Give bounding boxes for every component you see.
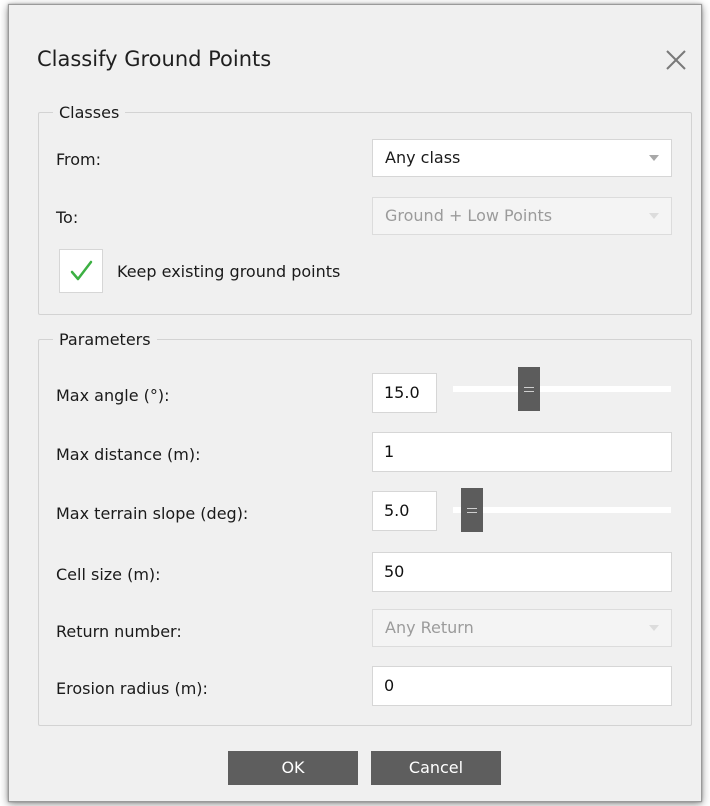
- to-class-value: Ground + Low Points: [385, 206, 553, 225]
- title-bar: Classify Ground Points: [9, 5, 701, 95]
- cancel-button[interactable]: Cancel: [371, 751, 501, 785]
- max-angle-slider-track[interactable]: [453, 386, 671, 392]
- max-terrain-slope-slider-track[interactable]: [453, 507, 671, 513]
- chevron-down-icon: [649, 213, 659, 219]
- from-class-select[interactable]: Any class: [372, 139, 672, 177]
- cell-size-label: Cell size (m):: [56, 565, 161, 584]
- close-icon[interactable]: [659, 43, 693, 77]
- cell-size-input[interactable]: 50: [372, 552, 672, 592]
- return-number-select[interactable]: Any Return: [372, 609, 672, 647]
- keep-existing-ground-checkbox[interactable]: [59, 249, 103, 293]
- from-label: From:: [56, 150, 102, 169]
- max-terrain-slope-label: Max terrain slope (deg):: [56, 504, 249, 523]
- ok-button[interactable]: OK: [228, 751, 358, 785]
- to-label: To:: [56, 208, 79, 227]
- keep-existing-ground-label[interactable]: Keep existing ground points: [117, 262, 340, 281]
- max-terrain-slope-input[interactable]: 5.0: [372, 491, 437, 531]
- max-terrain-slope-slider-thumb[interactable]: [461, 488, 483, 532]
- max-distance-label: Max distance (m):: [56, 445, 201, 464]
- to-class-select[interactable]: Ground + Low Points: [372, 197, 672, 235]
- erosion-radius-input[interactable]: 0: [372, 666, 672, 706]
- chevron-down-icon: [649, 625, 659, 631]
- max-distance-input[interactable]: 1: [372, 432, 672, 472]
- checkmark-icon: [70, 260, 93, 281]
- max-angle-slider-thumb[interactable]: [518, 367, 540, 411]
- classes-legend: Classes: [59, 103, 120, 122]
- from-class-value: Any class: [385, 148, 461, 167]
- chevron-down-icon: [649, 155, 659, 161]
- max-angle-label: Max angle (°):: [56, 386, 170, 405]
- return-number-label: Return number:: [56, 622, 182, 641]
- max-angle-input[interactable]: 15.0: [372, 373, 437, 413]
- parameters-legend: Parameters: [59, 330, 151, 349]
- erosion-radius-label: Erosion radius (m):: [56, 679, 208, 698]
- dialog-title: Classify Ground Points: [37, 47, 272, 71]
- classify-ground-points-dialog: Classify Ground Points Classes From: Any…: [8, 4, 702, 802]
- return-number-value: Any Return: [385, 618, 474, 637]
